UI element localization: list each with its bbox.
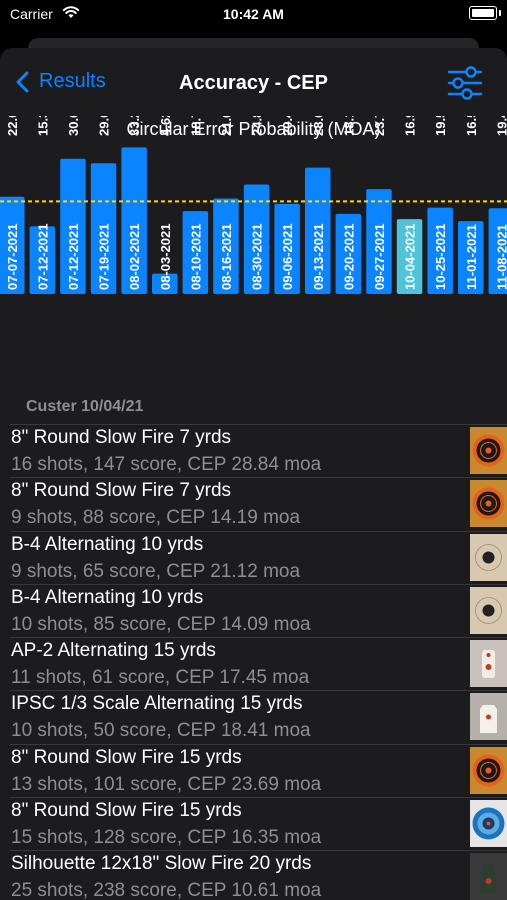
target-thumbnail (470, 533, 507, 581)
clock: 10:42 AM (223, 6, 284, 22)
bar-value-label: 22.04 (5, 116, 20, 136)
row-divider (10, 424, 507, 425)
target-thumbnail (470, 480, 507, 528)
bar-value-label: 23.76 (372, 116, 387, 136)
row-divider (10, 637, 507, 639)
sliders-icon (447, 66, 483, 100)
row-title: IPSC 1/3 Scale Alternating 15 yrds (11, 693, 303, 715)
cep-bar-chart[interactable]: Circular Error Probability (MOA)22.0407-… (0, 116, 507, 378)
bar-value-label: 33.23 (127, 116, 142, 136)
row-divider (10, 583, 507, 585)
row-title: B-4 Alternating 10 yrds (11, 533, 204, 555)
row-divider (10, 690, 507, 692)
row-title: 8" Round Slow Fire 7 yrds (11, 480, 232, 502)
row-title: AP-2 Alternating 15 yrds (11, 640, 216, 662)
bar-value-label: 16.96 (403, 116, 418, 136)
row-subtitle: 15 shots, 128 score, CEP 16.35 moa (11, 827, 322, 849)
bar-category-label: 08-10-2021 (188, 224, 203, 291)
bar-category-label: 09-13-2021 (311, 224, 326, 291)
bar-value-label: 30.66 (66, 116, 81, 136)
bar-value-label: 19.44 (494, 116, 507, 136)
bar-value-label: 18.78 (188, 116, 203, 136)
list-item[interactable]: Silhouette 12x18" Slow Fire 20 yrds 25 s… (0, 850, 507, 900)
bar-category-label: 08-02-2021 (127, 224, 142, 291)
page-title: Accuracy - CEP (179, 72, 328, 94)
row-subtitle: 9 shots, 88 score, CEP 14.19 moa (11, 507, 301, 529)
filter-button[interactable] (447, 66, 483, 100)
target-thumbnail (470, 693, 507, 741)
bar-value-label: 15.32 (35, 116, 50, 136)
row-divider (10, 797, 507, 799)
row-subtitle: 11 shots, 61 score, CEP 17.45 moa (11, 667, 310, 689)
target-thumbnail (470, 853, 507, 900)
bar-value-label: 4.62 (158, 116, 173, 136)
list-item[interactable]: IPSC 1/3 Scale Alternating 15 yrds 10 sh… (0, 690, 507, 743)
row-subtitle: 10 shots, 50 score, CEP 18.41 moa (11, 720, 311, 742)
list-item[interactable]: 8" Round Slow Fire 7 yrds 9 shots, 88 sc… (0, 477, 507, 530)
bar-category-label: 07-19-2021 (97, 224, 112, 291)
bar-category-label: 08-03-2021 (158, 224, 173, 291)
row-title: 8" Round Slow Fire 7 yrds (11, 427, 232, 448)
list-item[interactable]: B-4 Alternating 10 yrds 9 shots, 65 scor… (0, 530, 507, 584)
bar-category-label: 07-12-2021 (66, 224, 81, 291)
target-thumbnail (470, 586, 507, 634)
target-thumbnail (470, 800, 507, 848)
section-header: Custer 10/04/21 (26, 398, 144, 415)
bar-category-label: 09-20-2021 (341, 224, 356, 291)
bar-value-label: 19.59 (433, 116, 448, 136)
target-thumbnail (470, 640, 507, 688)
bar-category-label: 10-04-2021 (403, 224, 418, 291)
row-title: 8" Round Slow Fire 15 yrds (11, 800, 242, 822)
list-item[interactable]: AP-2 Alternating 15 yrds 11 shots, 61 sc… (0, 637, 507, 690)
row-subtitle: 16 shots, 147 score, CEP 28.84 moa (11, 454, 322, 475)
list-item[interactable]: B-4 Alternating 10 yrds 10 shots, 85 sco… (0, 583, 507, 637)
bar-category-label: 11-08-2021 (494, 224, 507, 290)
list-item[interactable]: 8" Round Slow Fire 7 yrds 16 shots, 147 … (0, 424, 507, 477)
target-thumbnail (470, 746, 507, 794)
bar-value-label: 20.42 (280, 116, 295, 136)
modal-sheet: Results Accuracy - CEP Circular Error Pr… (0, 48, 507, 900)
target-thumbnail (470, 427, 507, 474)
row-subtitle: 10 shots, 85 score, CEP 14.09 moa (11, 613, 311, 635)
bar-category-label: 08-16-2021 (219, 223, 234, 290)
bar-category-label: 09-27-2021 (372, 224, 387, 291)
bar-category-label: 07-12-2021 (35, 224, 50, 291)
bar-value-label: 21.66 (219, 116, 234, 136)
bar-value-label: 24.83 (250, 116, 265, 136)
navigation-bar: Results Accuracy - CEP (0, 48, 507, 120)
bar-value-label: 16.52 (464, 116, 479, 136)
results-list: 8" Round Slow Fire 7 yrds 16 shots, 147 … (0, 424, 507, 900)
bar-category-label: 07-07-2021 (5, 224, 20, 291)
row-title: Silhouette 12x18" Slow Fire 20 yrds (11, 853, 312, 875)
row-title: 8" Round Slow Fire 15 yrds (11, 746, 242, 768)
bar-value-label: 29.65 (97, 116, 112, 136)
row-divider (10, 850, 507, 852)
row-subtitle: 13 shots, 101 score, CEP 23.69 moa (11, 773, 322, 795)
status-bar: Carrier 10:42 AM (0, 0, 507, 30)
bar-category-label: 11-01-2021 (464, 224, 479, 290)
row-title: B-4 Alternating 10 yrds (11, 586, 204, 608)
row-divider (10, 743, 507, 745)
battery-icon (469, 6, 501, 20)
list-item[interactable]: 8" Round Slow Fire 15 yrds 15 shots, 128… (0, 797, 507, 850)
row-subtitle: 9 shots, 65 score, CEP 21.12 moa (11, 560, 301, 582)
bar-category-label: 09-06-2021 (280, 224, 295, 291)
bar-value-label: 28.65 (311, 116, 326, 136)
list-item[interactable]: 8" Round Slow Fire 15 yrds 13 shots, 101… (0, 743, 507, 797)
row-divider (10, 477, 507, 479)
row-subtitle: 25 shots, 238 score, CEP 10.61 moa (11, 880, 322, 900)
bar-value-label: 18.16 (341, 116, 356, 136)
bar-category-label: 10-25-2021 (433, 224, 448, 291)
row-divider (10, 530, 507, 532)
bar-category-label: 08-30-2021 (250, 224, 265, 291)
